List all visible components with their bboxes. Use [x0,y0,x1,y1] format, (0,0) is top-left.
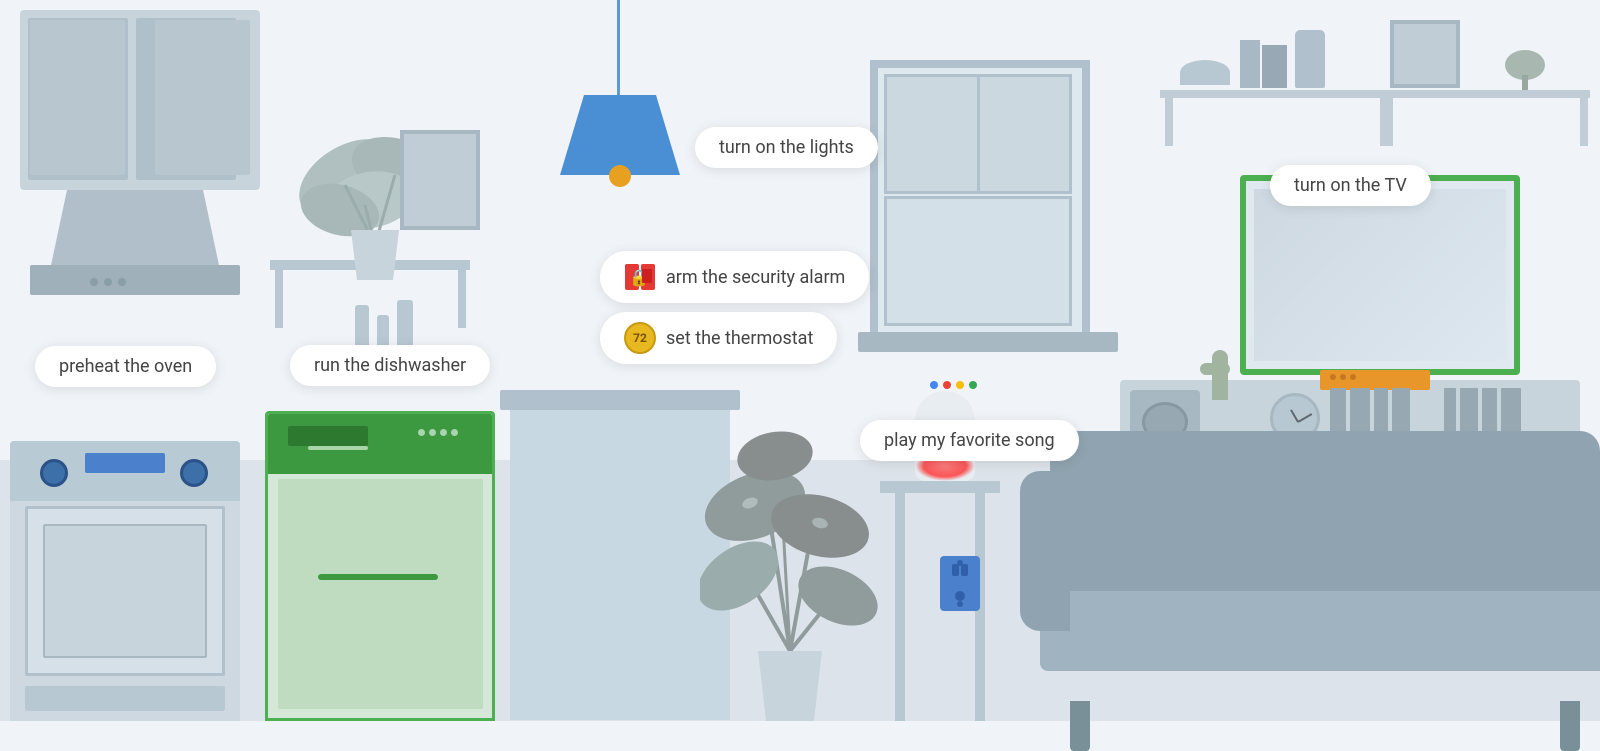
lamp-shade-shape [560,95,680,175]
vase [1295,30,1325,88]
device-dots [1330,374,1356,380]
wall-outlet [940,556,980,611]
lamp-cord [617,0,620,100]
bubble-preheat-oven: preheat the oven [35,346,216,387]
plant-leaves-right [700,341,880,661]
oven-knob-right [180,459,208,487]
bubble-set-thermostat: 72 set the thermostat [600,312,837,364]
plant-pot-right [750,651,830,721]
sofa [1050,431,1600,711]
oven-display [85,453,165,473]
kitchen-counter [510,390,730,720]
dishwasher-indicator-dots [418,429,458,436]
oven-drawer [25,686,225,711]
oven-knob-left [40,459,68,487]
sofa-back [1050,431,1600,611]
book-1 [1240,40,1260,88]
media-device [1320,370,1430,390]
dishwasher [265,411,495,721]
plant-pot-left [345,230,405,280]
range-hood [30,190,240,300]
set-thermostat-text: set the thermostat [666,328,813,349]
cactus-decoration [1200,340,1240,400]
picture-frame-left [400,130,480,230]
hood-body [50,190,220,270]
alarm-icon: 🔒 [624,261,656,293]
shelf-right-top [1160,90,1390,98]
book-2 [1262,45,1287,88]
oven-door [25,506,225,676]
turn-on-lights-text: turn on the lights [719,137,854,158]
sofa-arm [1020,471,1070,631]
arm-alarm-text: arm the security alarm [666,267,845,288]
sofa-leg-left [1070,701,1090,751]
shelf-right-bottom [1380,90,1590,98]
hood-bottom [30,265,240,295]
lamp-bulb [609,165,631,187]
small-plant [1500,45,1550,90]
bubble-turn-on-tv: turn on the TV [1270,165,1431,206]
tv-screen [1254,189,1506,361]
bubble-play-song: play my favorite song [860,420,1079,461]
bowl-decoration [1180,60,1230,85]
thermostat-icon: 72 [624,322,656,354]
plant-monstera-right [700,341,880,721]
window [870,60,1090,340]
sofa-leg-right [1560,701,1580,751]
run-dishwasher-text: run the dishwasher [314,355,466,376]
lamp-shade [560,95,680,175]
sofa-seat [1040,591,1600,671]
dishwasher-door [278,479,483,709]
play-song-text: play my favorite song [884,430,1055,451]
picture-frame-right [1390,20,1460,88]
cabinet-icon [20,10,260,190]
bubble-turn-on-lights: turn on the lights [695,127,878,168]
oven [10,441,240,721]
kitchen-cabinets [20,10,260,190]
bubble-arm-alarm: 🔒 arm the security alarm [600,251,869,303]
dishwasher-display [288,426,368,446]
dishwasher-handle [318,574,438,580]
bubble-run-dishwasher: run the dishwasher [290,345,490,386]
preheat-oven-text: preheat the oven [59,356,192,377]
turn-on-tv-text: turn on the TV [1294,175,1407,196]
hood-dots [90,278,126,286]
scene: turn on the lights 🔒 arm the security al… [0,0,1600,721]
google-home-dots [930,381,977,389]
